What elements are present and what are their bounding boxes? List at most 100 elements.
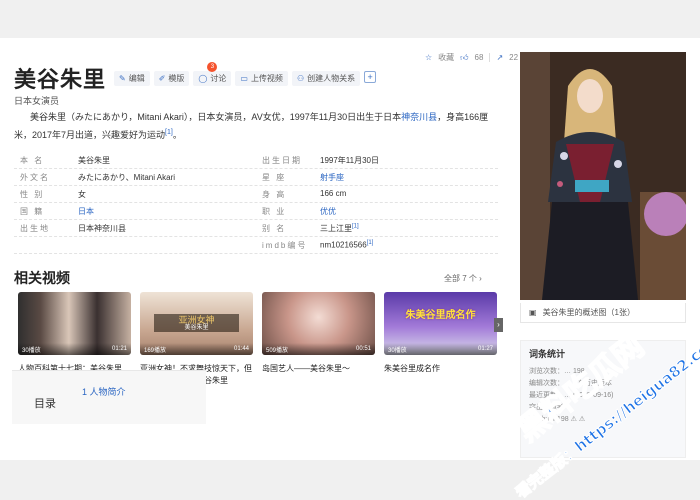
chevron-right-icon[interactable]: › — [494, 318, 503, 332]
summary-link[interactable]: 神奈川县 — [401, 112, 437, 122]
video-thumbnail[interactable]: 509播放 00:51 — [262, 292, 375, 355]
video-meta: 30播放 01:21 — [18, 343, 131, 355]
info-key: 国 籍 — [20, 206, 45, 216]
info-link[interactable]: 优优 — [320, 206, 336, 217]
info-value: 三上江里[1] — [320, 223, 359, 234]
photo-caption[interactable]: 美谷朱里的概述图（1张） — [543, 307, 635, 318]
share-icon[interactable]: ↗ — [496, 53, 503, 62]
info-key: 性 别 — [20, 189, 45, 199]
info-key: 本 名 — [20, 155, 45, 165]
video-card[interactable]: 朱美谷里成名作 30播放 01:27 朱美谷里成名作 — [384, 292, 497, 387]
entry-stats-panel: 词条统计 浏览次数：… 198 编辑次数：… 1次历史版本 最近更新：… (20… — [520, 340, 686, 458]
chat-icon: ◯ — [198, 73, 208, 83]
stats-row: … chuan198 ⚠ ⚠ — [529, 416, 586, 423]
toc-item[interactable]: 1 人物简介 — [82, 385, 126, 398]
info-key: 职 业 — [262, 206, 287, 216]
pencil-icon: ✎ — [119, 73, 126, 83]
play-count: 169播放 — [144, 347, 167, 354]
video-caption[interactable]: 岛国艺人——美谷朱里～ — [262, 363, 375, 375]
title-row: 美谷朱里 ✎ 编辑 ✐ 模版 3 ◯ 讨论 ▭ 上传视频 ⚇ 创建人物关系 + — [14, 61, 377, 94]
related-videos-title: 相关视频 — [14, 270, 70, 286]
reference-marker[interactable]: [1] — [352, 223, 359, 229]
stats-bar: ☆ 收藏 👍︎ 68 ↗ 22 — [425, 52, 518, 63]
edit-label: 编辑 — [128, 73, 145, 83]
info-value: みたにあかり、Mitani Akari — [78, 172, 176, 182]
video-thumbnail[interactable]: 朱美谷里成名作 30播放 01:27 — [384, 292, 497, 355]
basic-info-table: 本 名 美谷朱里 出生日期 1997年11月30日 外文名 みたにあかり、Mitani… — [14, 152, 498, 254]
all-videos-link[interactable]: 全部 7 个 › — [444, 273, 482, 284]
summary-text: 美谷朱里（みたにあかり，Mitani Akari），日本女演员，AV女优，199… — [30, 112, 402, 122]
divider — [489, 53, 491, 62]
collect-label[interactable]: 收藏 — [438, 52, 454, 63]
add-icon[interactable]: + — [364, 70, 377, 83]
video-card[interactable]: 509播放 00:51 岛国艺人——美谷朱里～ — [262, 292, 375, 387]
video-thumbnail[interactable]: 30播放 01:21 — [18, 292, 131, 355]
video-banner: 朱美谷里成名作 — [405, 310, 476, 321]
info-key: imdb编号 — [262, 240, 308, 250]
stats-row: 突出贡献者 — [529, 404, 564, 411]
info-value: 女 — [78, 189, 86, 199]
page-subtitle: 日本女演员 — [14, 96, 60, 106]
duration: 01:44 — [233, 346, 249, 352]
photo-caption-bar[interactable]: ▣ 美谷朱里的概述图（1张） — [520, 303, 686, 323]
create-relation-button[interactable]: ⚇ 创建人物关系 — [291, 70, 361, 86]
info-row: 出生地 日本神奈川县 别 名 三上江里[1] — [14, 220, 498, 237]
share-count: 22 — [509, 53, 519, 62]
video-caption[interactable]: 朱美谷里成名作 — [384, 363, 497, 375]
info-key: 出生日期 — [262, 155, 302, 165]
stats-row: 最近更新：… (2025-09-16) — [529, 392, 614, 399]
info-value-text: 三上江里 — [320, 223, 352, 233]
like-count: 68 — [474, 53, 484, 62]
template-icon: ✐ — [158, 73, 166, 83]
summary-photo[interactable] — [520, 52, 686, 300]
discuss-button[interactable]: 3 ◯ 讨论 — [193, 61, 232, 86]
template-label: 模版 — [168, 73, 185, 83]
star-icon[interactable]: ☆ — [425, 53, 432, 62]
action-bar: ✎ 编辑 ✐ 模版 3 ◯ 讨论 ▭ 上传视频 ⚇ 创建人物关系 + — [114, 61, 377, 86]
info-value: 美谷朱里 — [78, 155, 110, 165]
play-count: 30播放 — [388, 347, 407, 354]
relation-icon: ⚇ — [296, 73, 305, 83]
info-row: imdb编号 nm10216566[1] — [14, 237, 498, 254]
play-count: 509播放 — [266, 347, 289, 354]
reference-marker[interactable]: [1] — [165, 129, 173, 136]
summary-paragraph: 美谷朱里（みたにあかり，Mitani Akari），日本女演员，AV女优，199… — [14, 110, 498, 143]
info-row: 本 名 美谷朱里 出生日期 1997年11月30日 — [14, 152, 498, 169]
info-row: 外文名 みたにあかり、Mitani Akari 星 座 射手座 — [14, 169, 498, 186]
thumb-up-icon[interactable]: 👍︎ — [460, 53, 468, 63]
play-count: 30播放 — [22, 347, 41, 354]
video-meta: 509播放 00:51 — [262, 343, 375, 355]
video-meta: 169播放 01:44 — [140, 343, 253, 355]
duration: 00:51 — [355, 346, 371, 352]
info-row: 国 籍 日本 职 业 优优 — [14, 203, 498, 220]
stats-row: 浏览次数：… 198 — [529, 368, 585, 375]
info-value: 日本神奈川县 — [78, 223, 126, 233]
edit-button[interactable]: ✎ 编辑 — [114, 70, 150, 86]
info-value: 166 cm — [320, 188, 347, 198]
portrait-image — [520, 52, 686, 300]
entry-stats-title: 词条统计 — [529, 349, 566, 359]
summary-text: 。 — [172, 130, 182, 140]
video-banner: 亚洲女神 美谷朱里 — [154, 314, 239, 332]
info-key: 出生地 — [20, 223, 50, 233]
video-thumbnail[interactable]: 亚洲女神 美谷朱里 169播放 01:44 — [140, 292, 253, 355]
reference-marker[interactable]: [1] — [367, 240, 374, 246]
info-link[interactable]: 射手座 — [320, 172, 344, 183]
info-key: 星 座 — [262, 172, 287, 182]
upload-video-label: 上传视频 — [250, 73, 283, 83]
stats-row: 编辑次数：… 1次历史版本 — [529, 380, 612, 387]
gallery-icon: ▣ — [529, 308, 537, 317]
duration: 01:21 — [111, 346, 127, 352]
info-link[interactable]: 日本 — [78, 206, 94, 217]
info-key: 身 高 — [262, 189, 287, 199]
info-value-text: nm10216566 — [320, 240, 367, 250]
template-button[interactable]: ✐ 模版 — [153, 70, 190, 86]
discuss-badge: 3 — [207, 61, 218, 72]
duration: 01:27 — [477, 346, 493, 352]
create-relation-label: 创建人物关系 — [307, 73, 356, 83]
upload-video-button[interactable]: ▭ 上传视频 — [235, 70, 288, 86]
info-value: 1997年11月30日 — [320, 155, 379, 165]
info-key: 别 名 — [262, 223, 287, 233]
video-icon: ▭ — [240, 73, 248, 83]
info-value: nm10216566[1] — [320, 240, 373, 251]
